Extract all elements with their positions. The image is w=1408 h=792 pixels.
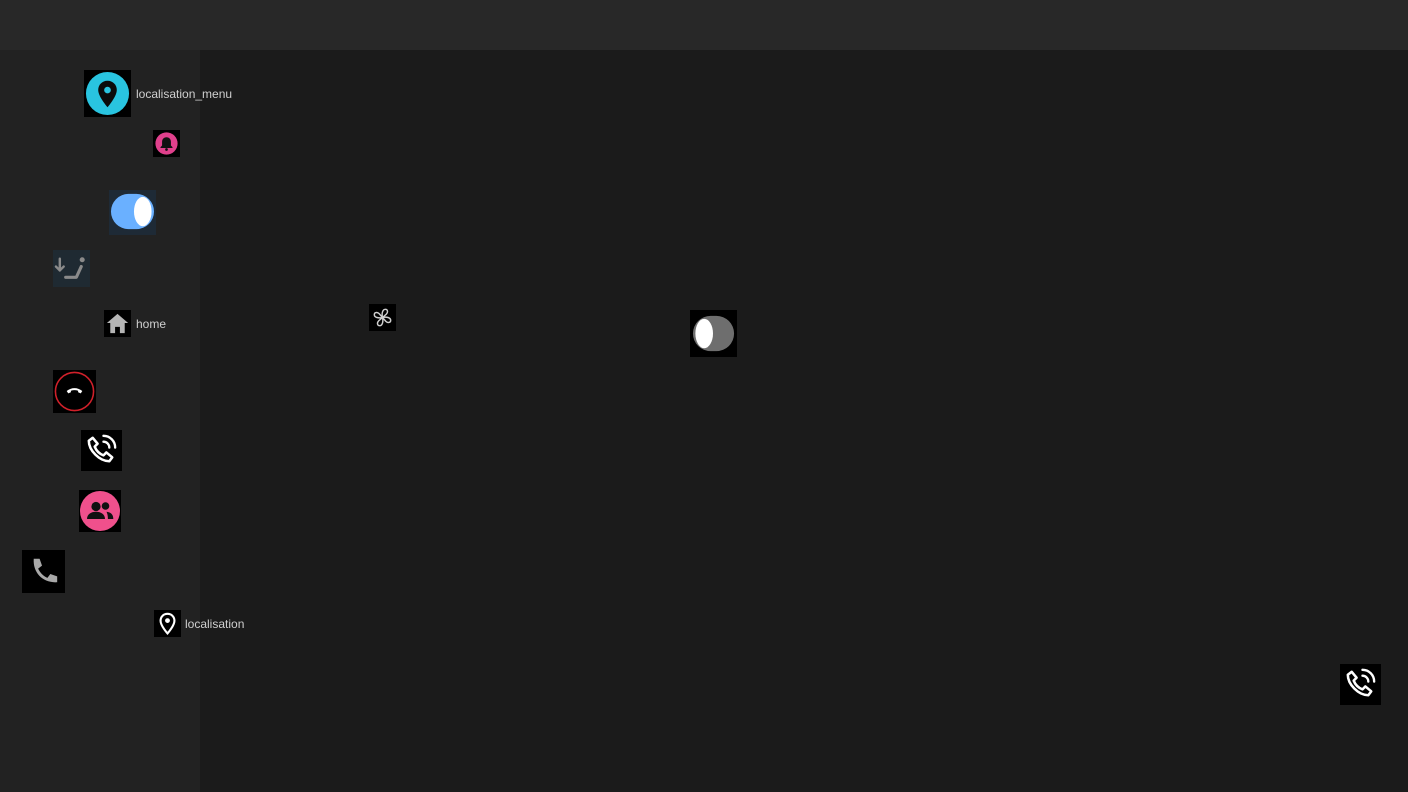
map-pin-icon[interactable]	[84, 70, 131, 117]
location-pin-icon[interactable]	[154, 610, 181, 637]
sidebar	[0, 50, 200, 792]
home-label: home	[136, 317, 167, 331]
localisation-menu-label: localisation_menu	[136, 87, 233, 101]
main-canvas	[200, 50, 1408, 792]
phone-icon[interactable]	[22, 550, 65, 593]
seat-recline-icon[interactable]	[53, 250, 90, 287]
phone-in-talk-icon[interactable]	[1340, 664, 1381, 705]
top-bar	[0, 0, 1408, 50]
toggle-off-icon[interactable]	[690, 310, 737, 357]
hang-up-icon[interactable]	[53, 370, 96, 413]
fan-icon[interactable]	[369, 304, 396, 331]
localisation-label: localisation	[185, 617, 245, 631]
home-icon[interactable]	[104, 310, 131, 337]
contacts-icon[interactable]	[79, 490, 121, 532]
phone-in-talk-icon[interactable]	[81, 430, 122, 471]
toggle-on-icon[interactable]	[109, 190, 156, 235]
bell-icon[interactable]	[153, 130, 180, 157]
